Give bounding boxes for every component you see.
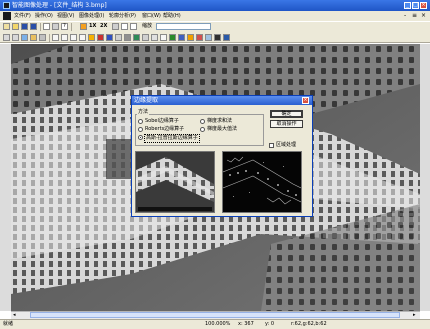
maximize-button[interactable]: □ bbox=[412, 2, 419, 9]
zoom-slider[interactable] bbox=[156, 23, 211, 30]
select-icon[interactable] bbox=[21, 34, 28, 41]
menu-image-process[interactable]: 图像处理(I) bbox=[79, 12, 104, 20]
radio-sobel[interactable] bbox=[138, 119, 143, 124]
radio-log-label[interactable]: 高斯-拉普拉斯边缘算子 bbox=[144, 134, 200, 143]
app-icon bbox=[3, 2, 10, 9]
zoom-in-icon[interactable] bbox=[130, 23, 137, 30]
zoom-2x-button[interactable]: 2X bbox=[100, 23, 107, 30]
curve-tool-icon[interactable] bbox=[79, 34, 86, 41]
print-preview-icon[interactable] bbox=[43, 23, 50, 30]
histogram-icon[interactable] bbox=[97, 34, 104, 41]
fit-window-icon[interactable] bbox=[112, 23, 119, 30]
close-button[interactable]: × bbox=[420, 2, 427, 9]
radio-log[interactable] bbox=[138, 135, 143, 140]
mark-icon[interactable] bbox=[39, 34, 46, 41]
settings-icon[interactable] bbox=[205, 34, 212, 41]
undo-icon[interactable] bbox=[3, 34, 10, 41]
save-icon[interactable] bbox=[21, 23, 28, 30]
edge-icon[interactable] bbox=[169, 34, 176, 41]
save-as-icon[interactable] bbox=[30, 23, 37, 30]
status-zoom: 100.000% bbox=[205, 321, 231, 327]
radio-sobel-label[interactable]: Sobel边缘算子 bbox=[145, 118, 179, 125]
diamond-icon[interactable] bbox=[61, 34, 68, 41]
menu-operate[interactable]: 操作(O) bbox=[35, 12, 53, 20]
menu-contour-analysis[interactable]: 轮廓分析(P) bbox=[109, 12, 136, 20]
dialog-title-bar[interactable] bbox=[132, 96, 312, 105]
status-y: y: 0 bbox=[265, 321, 275, 327]
grid-icon[interactable] bbox=[80, 23, 87, 30]
line-tool-icon[interactable] bbox=[70, 34, 77, 41]
menu-file[interactable]: 文件(F) bbox=[14, 12, 31, 20]
radio-gradient-sum-label[interactable]: 梯度求和法 bbox=[207, 118, 232, 125]
color-icon[interactable] bbox=[133, 34, 140, 41]
radio-roberts[interactable] bbox=[138, 127, 143, 132]
threshold-icon[interactable] bbox=[187, 34, 194, 41]
radio-gradient-max-label[interactable]: 梯度最大值法 bbox=[207, 126, 237, 133]
open-folder-icon[interactable] bbox=[12, 23, 19, 30]
help-icon[interactable]: ? bbox=[61, 23, 68, 30]
horizontal-scroll-thumb[interactable] bbox=[30, 312, 400, 318]
radio-roberts-label[interactable]: Roberts边缘算子 bbox=[145, 126, 184, 133]
menu-help[interactable]: 帮助(H) bbox=[163, 12, 181, 20]
zoom-value: 缩放 bbox=[142, 23, 153, 29]
minimize-button[interactable]: _ bbox=[404, 2, 411, 9]
redo-icon[interactable] bbox=[12, 34, 19, 41]
edge-preview-image bbox=[222, 151, 302, 213]
bar-chart-icon[interactable] bbox=[106, 34, 113, 41]
radio-gradient-sum[interactable] bbox=[200, 119, 205, 124]
crop-icon[interactable] bbox=[30, 34, 37, 41]
toolbar-separator bbox=[71, 23, 72, 31]
method-group-label: 方法 bbox=[137, 109, 150, 116]
sharpen-icon[interactable] bbox=[124, 34, 131, 41]
cancel-button[interactable]: 取消操作 bbox=[270, 120, 303, 128]
measure-icon[interactable] bbox=[151, 34, 158, 41]
document-icon[interactable] bbox=[3, 12, 11, 20]
status-x: x: 367 bbox=[238, 321, 254, 327]
scroll-right-icon[interactable]: ▸ bbox=[413, 312, 416, 318]
status-message: 就绪 bbox=[3, 321, 14, 327]
rectangle-select-icon[interactable] bbox=[52, 34, 59, 41]
toolbar-separator bbox=[49, 34, 50, 42]
mdi-restore-button[interactable]: ≡ bbox=[412, 12, 417, 20]
region-process-checkbox[interactable] bbox=[269, 143, 274, 148]
dialog-close-button[interactable]: × bbox=[302, 97, 309, 104]
menu-view[interactable]: 视图(V) bbox=[57, 12, 74, 20]
original-preview-image bbox=[135, 151, 215, 213]
workspace-left-edge bbox=[0, 44, 11, 311]
vertical-scrollbar[interactable] bbox=[420, 44, 430, 311]
mdi-minimize-button[interactable]: - bbox=[404, 12, 406, 20]
morph-icon[interactable] bbox=[196, 34, 203, 41]
menu-window[interactable]: 窗口(W) bbox=[142, 12, 161, 20]
print-icon[interactable] bbox=[52, 23, 59, 30]
radio-gradient-max[interactable] bbox=[200, 127, 205, 132]
window-title: 智能图像处理 - [文件_结构 3.bmp] bbox=[12, 2, 107, 9]
filter-icon[interactable] bbox=[115, 34, 122, 41]
zoom-out-icon[interactable] bbox=[121, 23, 128, 30]
ok-button[interactable]: 确定 bbox=[270, 110, 303, 118]
toolbar-separator bbox=[40, 23, 41, 31]
scroll-left-icon[interactable]: ◂ bbox=[13, 312, 16, 318]
circle-icon[interactable] bbox=[160, 34, 167, 41]
dialog-title: 边缘提取 bbox=[134, 97, 159, 104]
zoom-1x-button[interactable]: 1X bbox=[89, 23, 96, 30]
new-file-icon[interactable] bbox=[3, 23, 10, 30]
segment-icon[interactable] bbox=[178, 34, 185, 41]
wave-icon[interactable] bbox=[142, 34, 149, 41]
region-process-label[interactable]: 区域处理 bbox=[276, 142, 296, 149]
analysis-icon[interactable] bbox=[223, 34, 230, 41]
invert-icon[interactable] bbox=[214, 34, 221, 41]
status-rgb: r:62,g:62,b:62 bbox=[291, 321, 327, 327]
mdi-close-button[interactable]: × bbox=[421, 12, 426, 20]
highlight-icon[interactable] bbox=[88, 34, 95, 41]
